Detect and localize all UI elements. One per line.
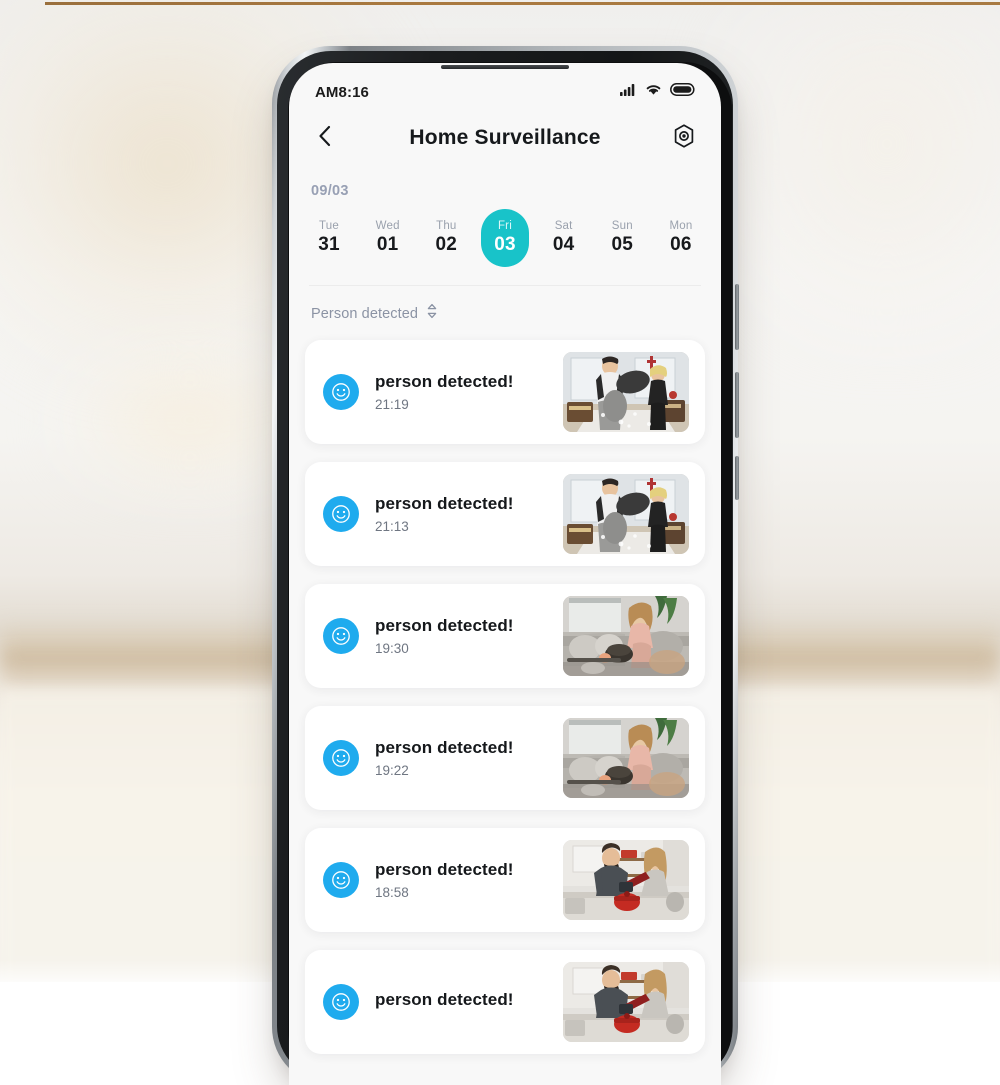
day-cell-mon-06[interactable]: Mon 06 bbox=[657, 209, 705, 267]
event-time: 21:19 bbox=[375, 397, 409, 412]
event-thumbnail[interactable] bbox=[563, 474, 689, 554]
event-card[interactable]: person detected! 21:19 bbox=[305, 340, 705, 444]
day-num: 31 bbox=[318, 234, 340, 255]
status-time: AM8:16 bbox=[315, 83, 369, 101]
day-cell-thu-02[interactable]: Thu 02 bbox=[422, 209, 470, 267]
event-title: person detected! bbox=[375, 372, 514, 391]
event-card[interactable]: person detected! 18:58 bbox=[305, 828, 705, 932]
day-cell-wed-01[interactable]: Wed 01 bbox=[364, 209, 412, 267]
signal-icon bbox=[620, 83, 637, 101]
earpiece-speaker bbox=[441, 65, 569, 69]
event-time: 21:13 bbox=[375, 519, 409, 534]
day-dow: Tue bbox=[319, 220, 339, 232]
settings-button[interactable] bbox=[669, 123, 699, 153]
event-text-block: person detected! 19:22 bbox=[375, 738, 563, 778]
event-thumbnail[interactable] bbox=[563, 718, 689, 798]
smiley-face-icon bbox=[323, 740, 359, 776]
wifi-icon bbox=[645, 83, 662, 101]
event-text-block: person detected! 18:58 bbox=[375, 860, 563, 900]
week-day-strip: Tue 31 Wed 01 Thu 02 Fri 03 Sat 04 Sun 0… bbox=[289, 199, 721, 267]
volume-up-button[interactable] bbox=[735, 284, 739, 350]
status-icon-group bbox=[620, 83, 695, 101]
day-dow: Fri bbox=[497, 220, 512, 232]
day-dow: Sat bbox=[554, 220, 573, 232]
event-time: 19:22 bbox=[375, 763, 409, 778]
smiley-face-icon bbox=[323, 496, 359, 532]
event-card[interactable]: person detected! 19:22 bbox=[305, 706, 705, 810]
day-num: 04 bbox=[552, 234, 575, 255]
smiley-face-icon bbox=[323, 374, 359, 410]
event-thumbnail[interactable] bbox=[563, 596, 689, 676]
smiley-face-icon bbox=[323, 862, 359, 898]
background-blur-right bbox=[700, 0, 1000, 360]
event-card[interactable]: person detected! 21:13 bbox=[305, 462, 705, 566]
event-thumbnail[interactable] bbox=[563, 962, 689, 1042]
event-title: person detected! bbox=[375, 738, 514, 757]
day-num: 02 bbox=[435, 234, 458, 255]
event-list: person detected! 21:19 person detected! … bbox=[289, 324, 721, 1054]
battery-icon bbox=[670, 83, 695, 101]
event-time: 18:58 bbox=[375, 885, 409, 900]
event-title: person detected! bbox=[375, 989, 514, 1009]
day-num: 05 bbox=[611, 234, 634, 255]
event-thumbnail[interactable] bbox=[563, 840, 689, 920]
event-text-block: person detected! 19:30 bbox=[375, 616, 563, 656]
day-cell-sun-05[interactable]: Sun 05 bbox=[598, 209, 646, 267]
event-card[interactable]: person detected! bbox=[305, 950, 705, 1054]
event-title: person detected! bbox=[375, 860, 514, 879]
day-dow: Mon bbox=[669, 220, 693, 232]
day-dow: Sun bbox=[611, 220, 633, 232]
event-title: person detected! bbox=[375, 494, 514, 513]
app-header: Home Surveillance bbox=[289, 107, 721, 169]
aperture-hexagon-icon bbox=[671, 123, 697, 154]
day-num: 01 bbox=[376, 234, 399, 255]
back-button[interactable] bbox=[311, 124, 339, 152]
event-filter[interactable]: Person detected bbox=[289, 286, 721, 324]
chevron-up-down-icon bbox=[426, 303, 438, 324]
day-cell-tue-31[interactable]: Tue 31 bbox=[305, 209, 353, 267]
status-bar: AM8:16 bbox=[289, 63, 721, 107]
top-divider-rule bbox=[45, 2, 1000, 5]
event-thumbnail[interactable] bbox=[563, 352, 689, 432]
day-cell-sat-04[interactable]: Sat 04 bbox=[540, 209, 588, 267]
phone-screen: AM8:16 Home Surveillance 09/03 Tue 31 We… bbox=[289, 63, 721, 1085]
day-cell-fri-03-selected[interactable]: Fri 03 bbox=[480, 209, 529, 267]
event-text-block: person detected! 21:19 bbox=[375, 372, 563, 412]
event-card[interactable]: person detected! 19:30 bbox=[305, 584, 705, 688]
event-text-block: person detected! 21:13 bbox=[375, 494, 563, 534]
volume-down-button[interactable] bbox=[735, 372, 739, 438]
event-title: person detected! bbox=[375, 616, 514, 635]
smiley-face-icon bbox=[323, 618, 359, 654]
day-dow: Thu bbox=[436, 220, 457, 232]
day-num: 06 bbox=[670, 234, 692, 255]
chevron-left-icon bbox=[316, 125, 334, 152]
month-label: 09/03 bbox=[311, 183, 349, 199]
smiley-face-icon bbox=[323, 984, 359, 1020]
page-title: Home Surveillance bbox=[409, 126, 601, 149]
event-text-block: person detected! bbox=[375, 990, 563, 1015]
event-filter-label: Person detected bbox=[311, 305, 419, 322]
day-dow: Wed bbox=[375, 220, 400, 232]
power-button[interactable] bbox=[735, 456, 739, 500]
day-num: 03 bbox=[494, 234, 516, 255]
phone-device: AM8:16 Home Surveillance 09/03 Tue 31 We… bbox=[272, 46, 739, 1085]
event-time: 19:30 bbox=[375, 641, 409, 656]
